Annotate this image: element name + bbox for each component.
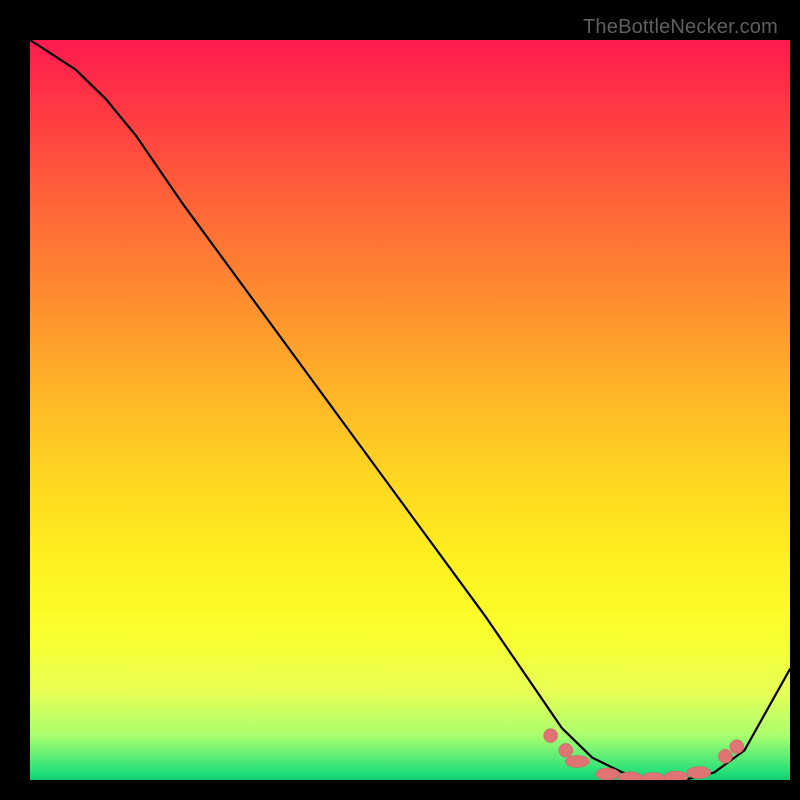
- marker-dot: [730, 740, 744, 754]
- marker-dot: [687, 767, 711, 779]
- marker-dot: [664, 771, 688, 780]
- curve-path: [30, 40, 790, 780]
- bottleneck-curve: [30, 40, 790, 780]
- marker-dot: [718, 749, 732, 763]
- marker-dot: [641, 773, 665, 781]
- marker-dot: [559, 743, 573, 757]
- marker-dot: [565, 756, 589, 768]
- gradient-plot-area: [30, 40, 790, 780]
- watermark-label: TheBottleNecker.com: [583, 16, 778, 39]
- outer-frame: TheBottleNecker.com: [10, 10, 790, 790]
- marker-dot: [596, 768, 620, 780]
- marker-dot: [544, 729, 558, 743]
